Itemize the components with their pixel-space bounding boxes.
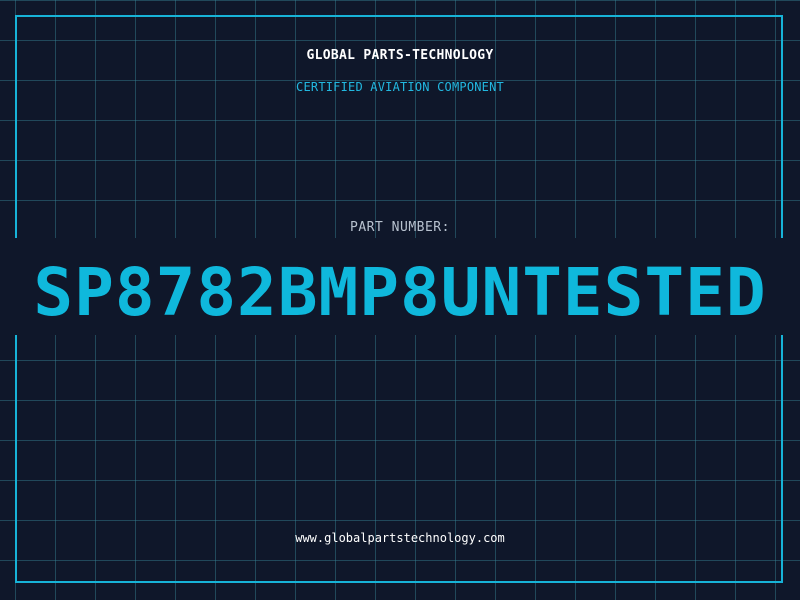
- certification-subtitle: CERTIFIED AVIATION COMPONENT: [296, 80, 504, 94]
- website-url: www.globalpartstechnology.com: [295, 531, 505, 545]
- part-number-label: PART NUMBER:: [350, 220, 450, 235]
- brand-title: GLOBAL PARTS-TECHNOLOGY: [306, 48, 494, 63]
- certificate-page: GLOBAL PARTS-TECHNOLOGY CERTIFIED AVIATI…: [0, 0, 800, 600]
- part-number-value: SP8782BMP8UNTESTED: [33, 258, 767, 328]
